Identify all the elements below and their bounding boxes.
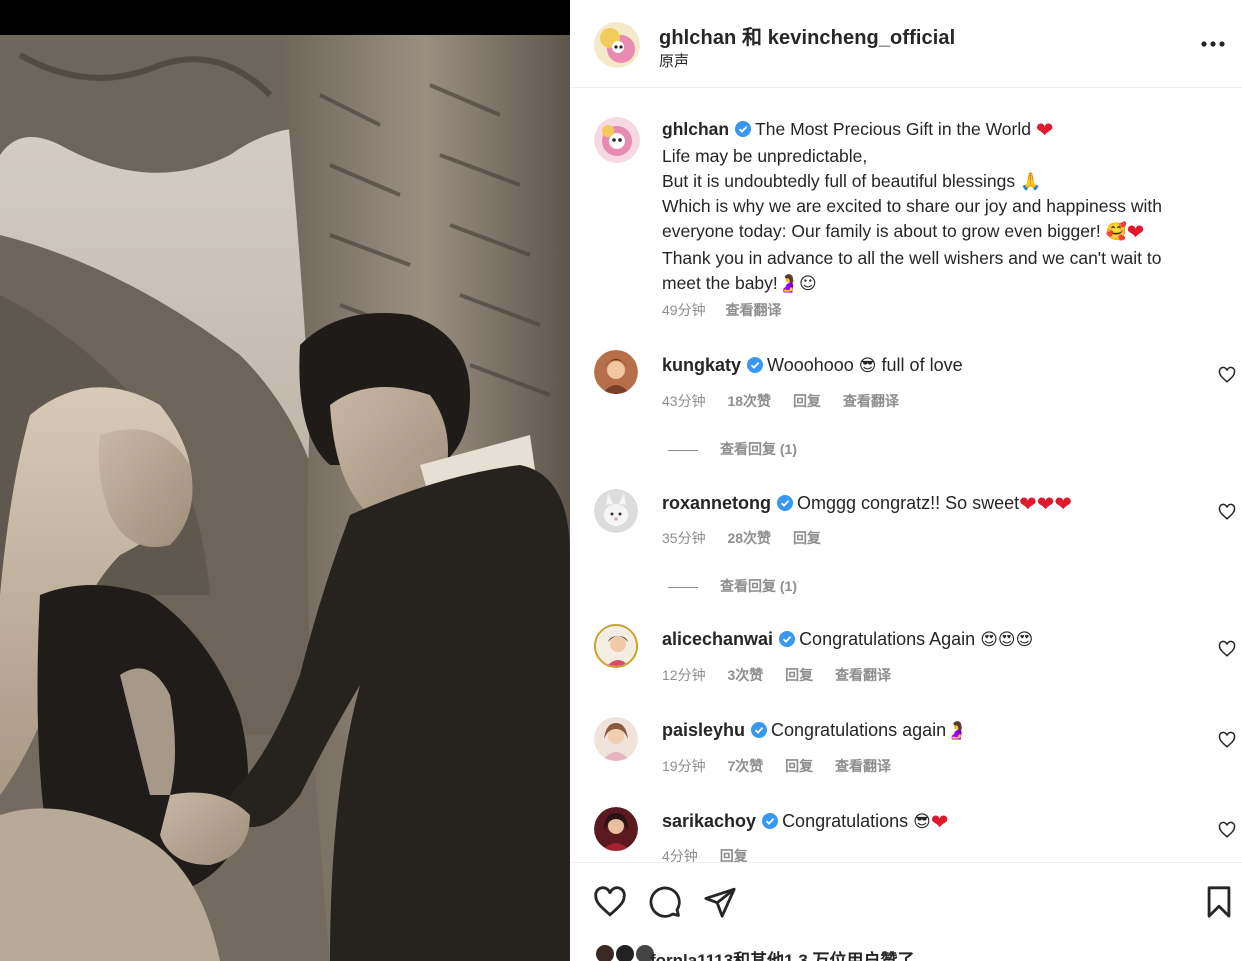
caption-line: But it is undoubtedly full of beautiful … <box>662 170 1016 191</box>
comment-likes-count[interactable]: 7次赞 <box>727 758 763 774</box>
pregnant-woman-emoji-icon: 🤰 <box>946 721 968 741</box>
caption-line: meet the baby! <box>662 272 778 293</box>
see-translation-link[interactable]: 查看翻译 <box>843 393 899 409</box>
reply-button[interactable]: 回复 <box>785 667 813 683</box>
reply-button[interactable]: 回复 <box>793 530 821 546</box>
like-comment-heart-icon[interactable] <box>1218 503 1236 521</box>
paisleyhu-avatar[interactable] <box>594 717 638 761</box>
like-comment-heart-icon[interactable] <box>1218 640 1236 658</box>
post-author-title[interactable]: ghlchan 和 kevincheng_official <box>659 21 955 50</box>
kungkaty-avatar[interactable] <box>594 350 638 394</box>
caption-line: The Most Precious Gift in the World <box>755 119 1031 139</box>
verified-badge-icon <box>747 357 764 373</box>
comment-username[interactable]: alicechanwai <box>662 629 773 649</box>
comment-bubble-icon[interactable] <box>648 885 682 919</box>
comment-username[interactable]: kungkaty <box>662 355 741 375</box>
see-translation-link[interactable]: 查看翻译 <box>725 302 781 318</box>
caption-username[interactable]: ghlchan <box>662 119 729 139</box>
comment-text: Congratulations again <box>771 720 947 740</box>
comment-text: Congratulations <box>782 811 909 831</box>
like-comment-heart-icon[interactable] <box>1218 731 1236 749</box>
save-bookmark-icon[interactable] <box>1202 885 1236 919</box>
replies-line-divider <box>668 449 698 451</box>
reply-button[interactable]: 回复 <box>793 393 821 409</box>
post-action-bar: fornla1113和其他1.3 万位用户赞了 <box>570 862 1242 961</box>
verified-badge-icon <box>735 121 752 137</box>
heart-emoji-icon: ❤ <box>1036 493 1055 516</box>
comment-text: full of love <box>881 355 963 375</box>
see-translation-link[interactable]: 查看翻译 <box>835 758 891 774</box>
caption-line: Life may be unpredictable, <box>662 145 868 166</box>
comment-time: 35分钟 <box>662 530 706 546</box>
more-dots-icon <box>1201 41 1225 47</box>
comment-likes-count[interactable]: 18次赞 <box>727 393 771 409</box>
comment-username[interactable]: paisleyhu <box>662 720 745 740</box>
reply-button[interactable]: 回复 <box>785 758 813 774</box>
view-replies-label: 查看回复 (1) <box>720 441 797 457</box>
comment-username[interactable]: roxannetong <box>662 493 771 513</box>
caption-time: 49分钟 <box>662 302 706 318</box>
verified-badge-icon <box>779 631 796 647</box>
heart-emoji-icon: ❤ <box>1035 119 1054 142</box>
comment-username[interactable]: sarikachoy <box>662 811 756 831</box>
comment-text: Congratulations Again <box>799 629 976 649</box>
replies-line-divider <box>668 586 698 588</box>
caption-line: Which is why we are excited to share our… <box>662 196 1162 217</box>
post-header: ghlchan 和 kevincheng_official 原声 <box>570 0 1242 88</box>
caption-line: Thank you in advance to all the well wis… <box>662 247 1162 268</box>
heart-eyes-emoji-icon: 😍😍😍 <box>980 630 1034 650</box>
view-replies-label: 查看回复 (1) <box>720 578 797 594</box>
comment-likes-count[interactable]: 28次赞 <box>727 530 771 546</box>
comment-likes-count[interactable]: 3次赞 <box>727 667 763 683</box>
like-post-heart-icon[interactable] <box>593 885 627 919</box>
smiling-hearts-emoji-icon: 🥰 <box>1105 222 1127 243</box>
view-replies-button[interactable]: 查看回复 (1) <box>668 439 797 459</box>
audio-label[interactable]: 原声 <box>659 50 689 71</box>
like-comment-heart-icon[interactable] <box>1218 821 1236 839</box>
heart-emoji-icon: ❤ <box>1019 493 1037 516</box>
sunglasses-emoji-icon: 😎 <box>858 356 877 376</box>
likes-summary[interactable]: fornla1113和其他1.3 万位用户赞了 <box>650 946 915 961</box>
post-photo <box>0 0 570 961</box>
sunglasses-emoji-icon: 😎 <box>913 812 931 832</box>
folded-hands-emoji-icon: 🙏 <box>1020 171 1042 192</box>
comment-time: 43分钟 <box>662 393 706 409</box>
verified-badge-icon <box>762 813 779 829</box>
roxannetong-avatar[interactable] <box>594 489 638 533</box>
comment-time: 19分钟 <box>662 758 706 774</box>
like-comment-heart-icon[interactable] <box>1218 366 1236 384</box>
view-replies-button[interactable]: 查看回复 (1) <box>668 576 797 596</box>
heart-emoji-icon: ❤ <box>1054 493 1072 516</box>
comment-time: 12分钟 <box>662 667 706 683</box>
smile-emoji-icon: ☺ <box>798 273 817 294</box>
couple-photo-image <box>0 35 570 961</box>
post-caption: ghlchan The Most Precious Gift in the Wor… <box>662 117 1222 297</box>
share-paper-plane-icon[interactable] <box>703 885 737 919</box>
verified-badge-icon <box>751 722 768 738</box>
caption-meta: 49分钟 查看翻译 <box>662 300 797 320</box>
more-options-button[interactable] <box>1200 30 1234 58</box>
heart-emoji-icon: ❤ <box>930 811 949 834</box>
caption-author-avatar[interactable] <box>594 117 640 163</box>
heart-emoji-icon: ❤ <box>1126 221 1145 245</box>
alicechanwai-avatar[interactable] <box>594 624 638 668</box>
sarikachoy-avatar[interactable] <box>594 807 638 851</box>
see-translation-link[interactable]: 查看翻译 <box>835 667 891 683</box>
comment-text: Wooohooo <box>767 355 854 375</box>
caption-line: everyone today: Our family is about to g… <box>662 221 1101 242</box>
pregnant-woman-emoji-icon: 🤰 <box>777 273 799 294</box>
post-details-panel: ghlchan 和 kevincheng_official 原声 ghlchan… <box>570 0 1242 961</box>
comment-text: Omggg congratz!! So sweet <box>797 493 1020 513</box>
verified-badge-icon <box>777 495 794 511</box>
ghlchan-avatar[interactable] <box>594 22 640 68</box>
